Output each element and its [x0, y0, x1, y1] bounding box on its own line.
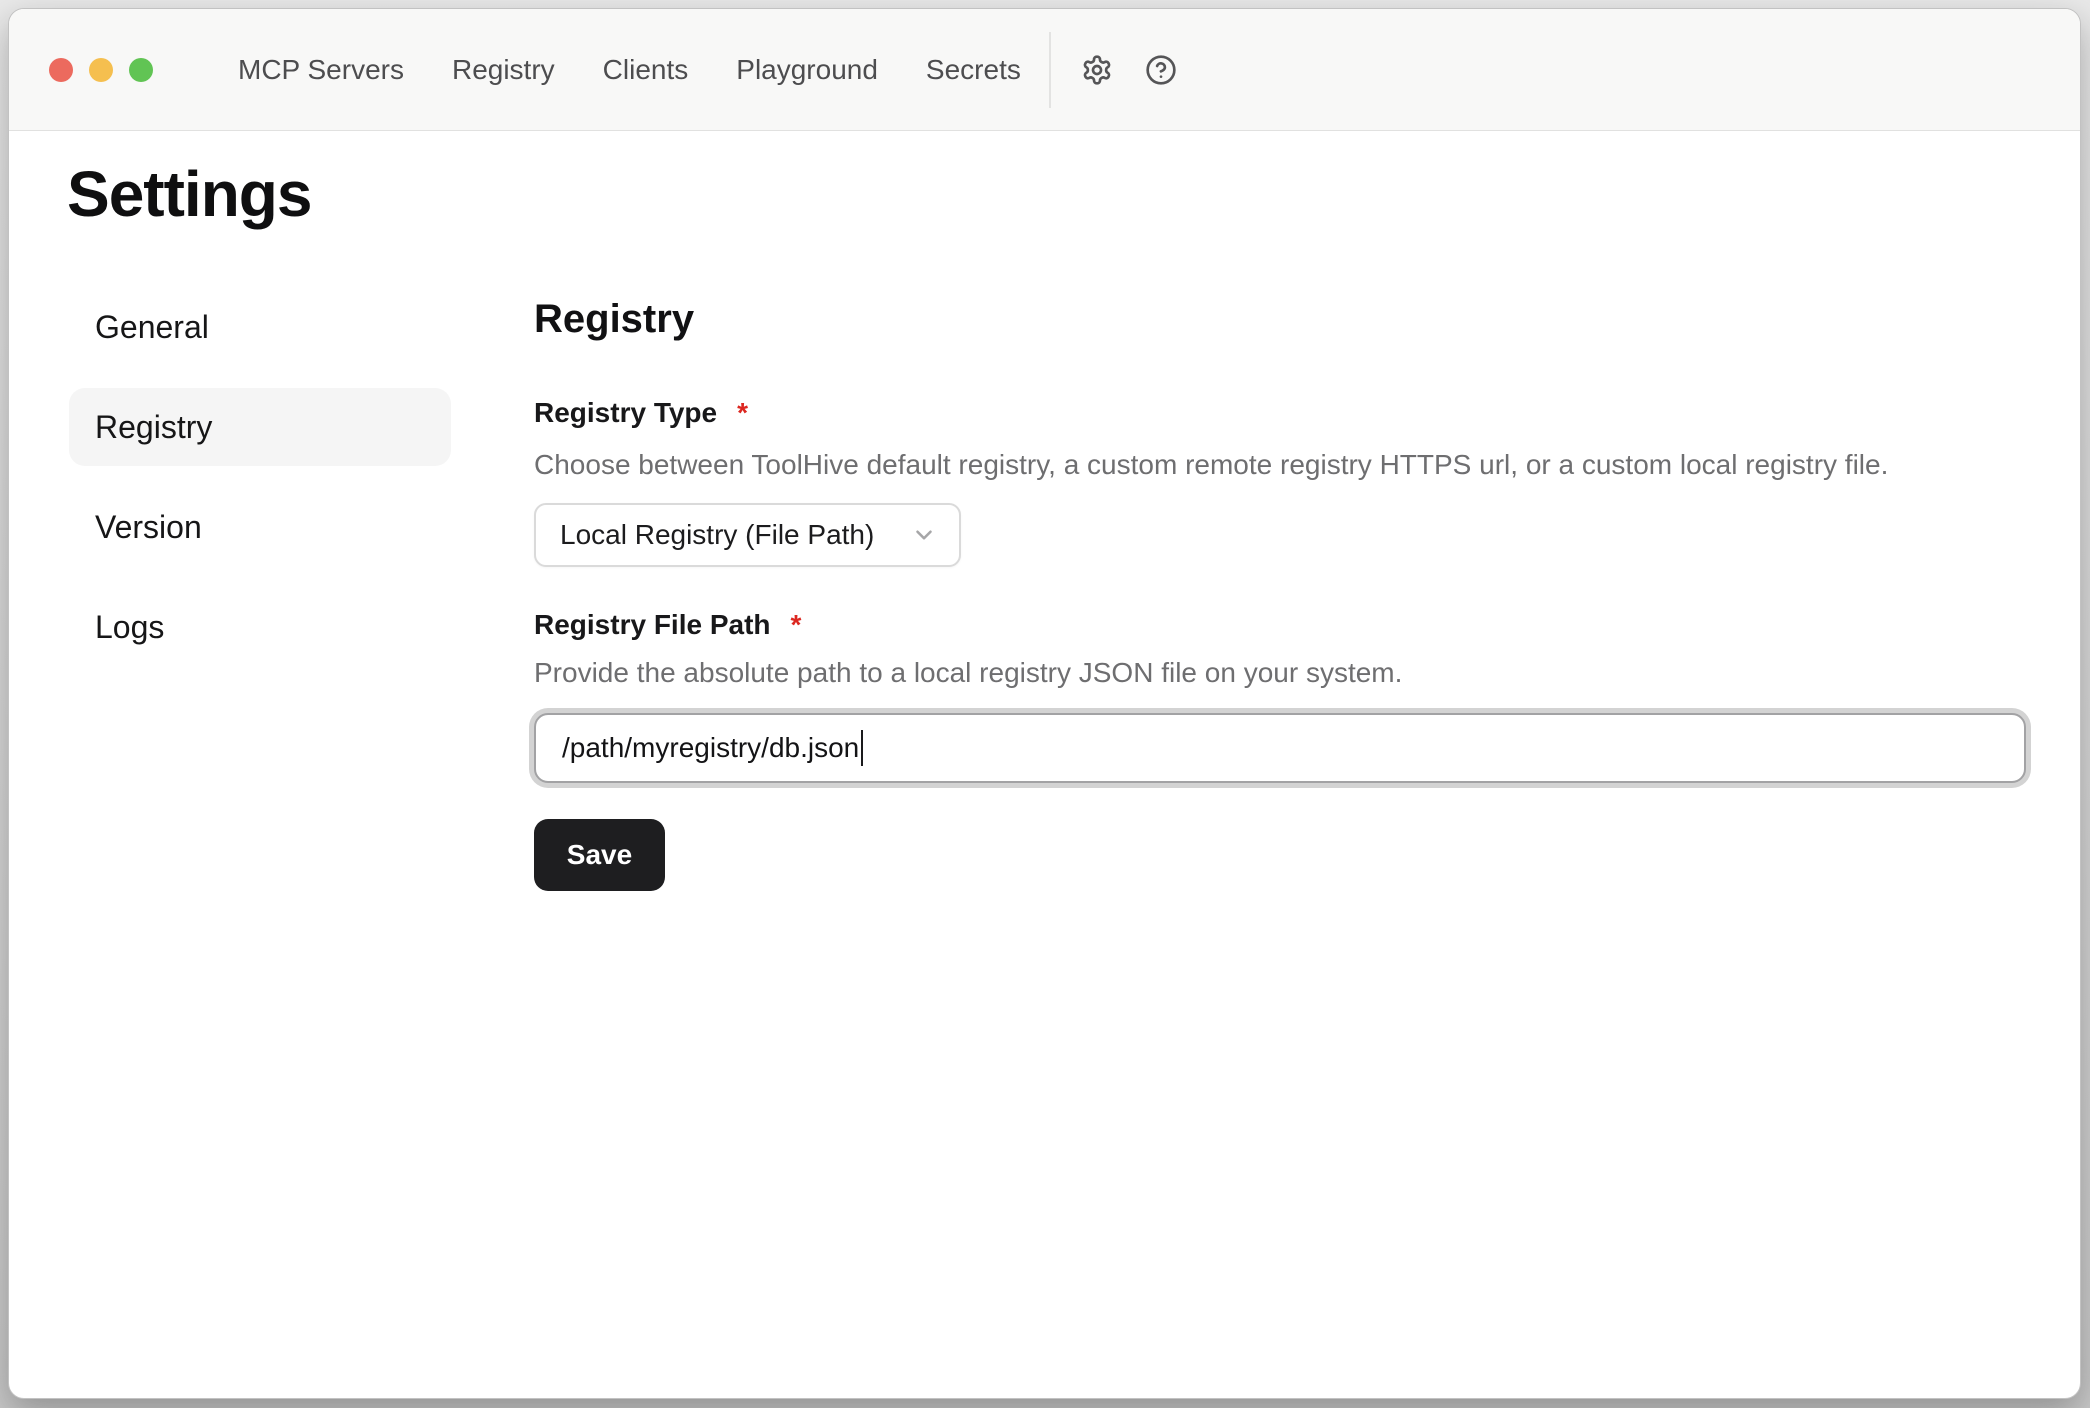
registry-type-description: Choose between ToolHive default registry…: [534, 447, 2026, 483]
registry-type-label: Registry Type *: [534, 395, 2026, 431]
registry-file-path-label: Registry File Path *: [534, 607, 2026, 643]
chevron-down-icon: [911, 522, 937, 548]
registry-type-label-text: Registry Type: [534, 395, 717, 431]
page-title: Settings: [67, 157, 311, 231]
settings-gear-icon[interactable]: [1079, 52, 1115, 88]
registry-file-path-description: Provide the absolute path to a local reg…: [534, 655, 2026, 691]
nav-item-secrets[interactable]: Secrets: [926, 9, 1021, 131]
registry-type-select[interactable]: Local Registry (File Path): [534, 503, 961, 567]
nav-item-clients[interactable]: Clients: [603, 9, 689, 131]
zoom-button[interactable]: [129, 58, 153, 82]
sidebar-item-general[interactable]: General: [69, 288, 451, 366]
sidebar-item-registry[interactable]: Registry: [69, 388, 451, 466]
help-icon[interactable]: [1143, 52, 1179, 88]
registry-file-path-value: /path/myregistry/db.json: [562, 732, 859, 764]
save-button[interactable]: Save: [534, 819, 665, 891]
settings-sidebar: General Registry Version Logs: [69, 288, 451, 688]
app-window: MCP Servers Registry Clients Playground …: [8, 8, 2081, 1399]
sidebar-item-version[interactable]: Version: [69, 488, 451, 566]
nav-item-mcp-servers[interactable]: MCP Servers: [238, 9, 404, 131]
registry-file-path-input[interactable]: /path/myregistry/db.json: [534, 713, 2026, 783]
minimize-button[interactable]: [89, 58, 113, 82]
required-asterisk: *: [791, 607, 802, 643]
registry-settings-panel: Registry Registry Type * Choose between …: [534, 295, 2026, 891]
section-heading: Registry: [534, 295, 2026, 343]
nav-item-registry[interactable]: Registry: [452, 9, 555, 131]
titlebar-divider: [1049, 32, 1051, 108]
registry-type-selected-value: Local Registry (File Path): [560, 519, 893, 551]
registry-file-path-label-text: Registry File Path: [534, 607, 771, 643]
close-button[interactable]: [49, 58, 73, 82]
required-asterisk: *: [737, 395, 748, 431]
top-nav: MCP Servers Registry Clients Playground …: [238, 9, 1021, 131]
window-controls: [49, 58, 153, 82]
text-cursor: [861, 730, 863, 766]
titlebar: MCP Servers Registry Clients Playground …: [9, 9, 2080, 131]
sidebar-item-logs[interactable]: Logs: [69, 588, 451, 666]
nav-item-playground[interactable]: Playground: [736, 9, 878, 131]
